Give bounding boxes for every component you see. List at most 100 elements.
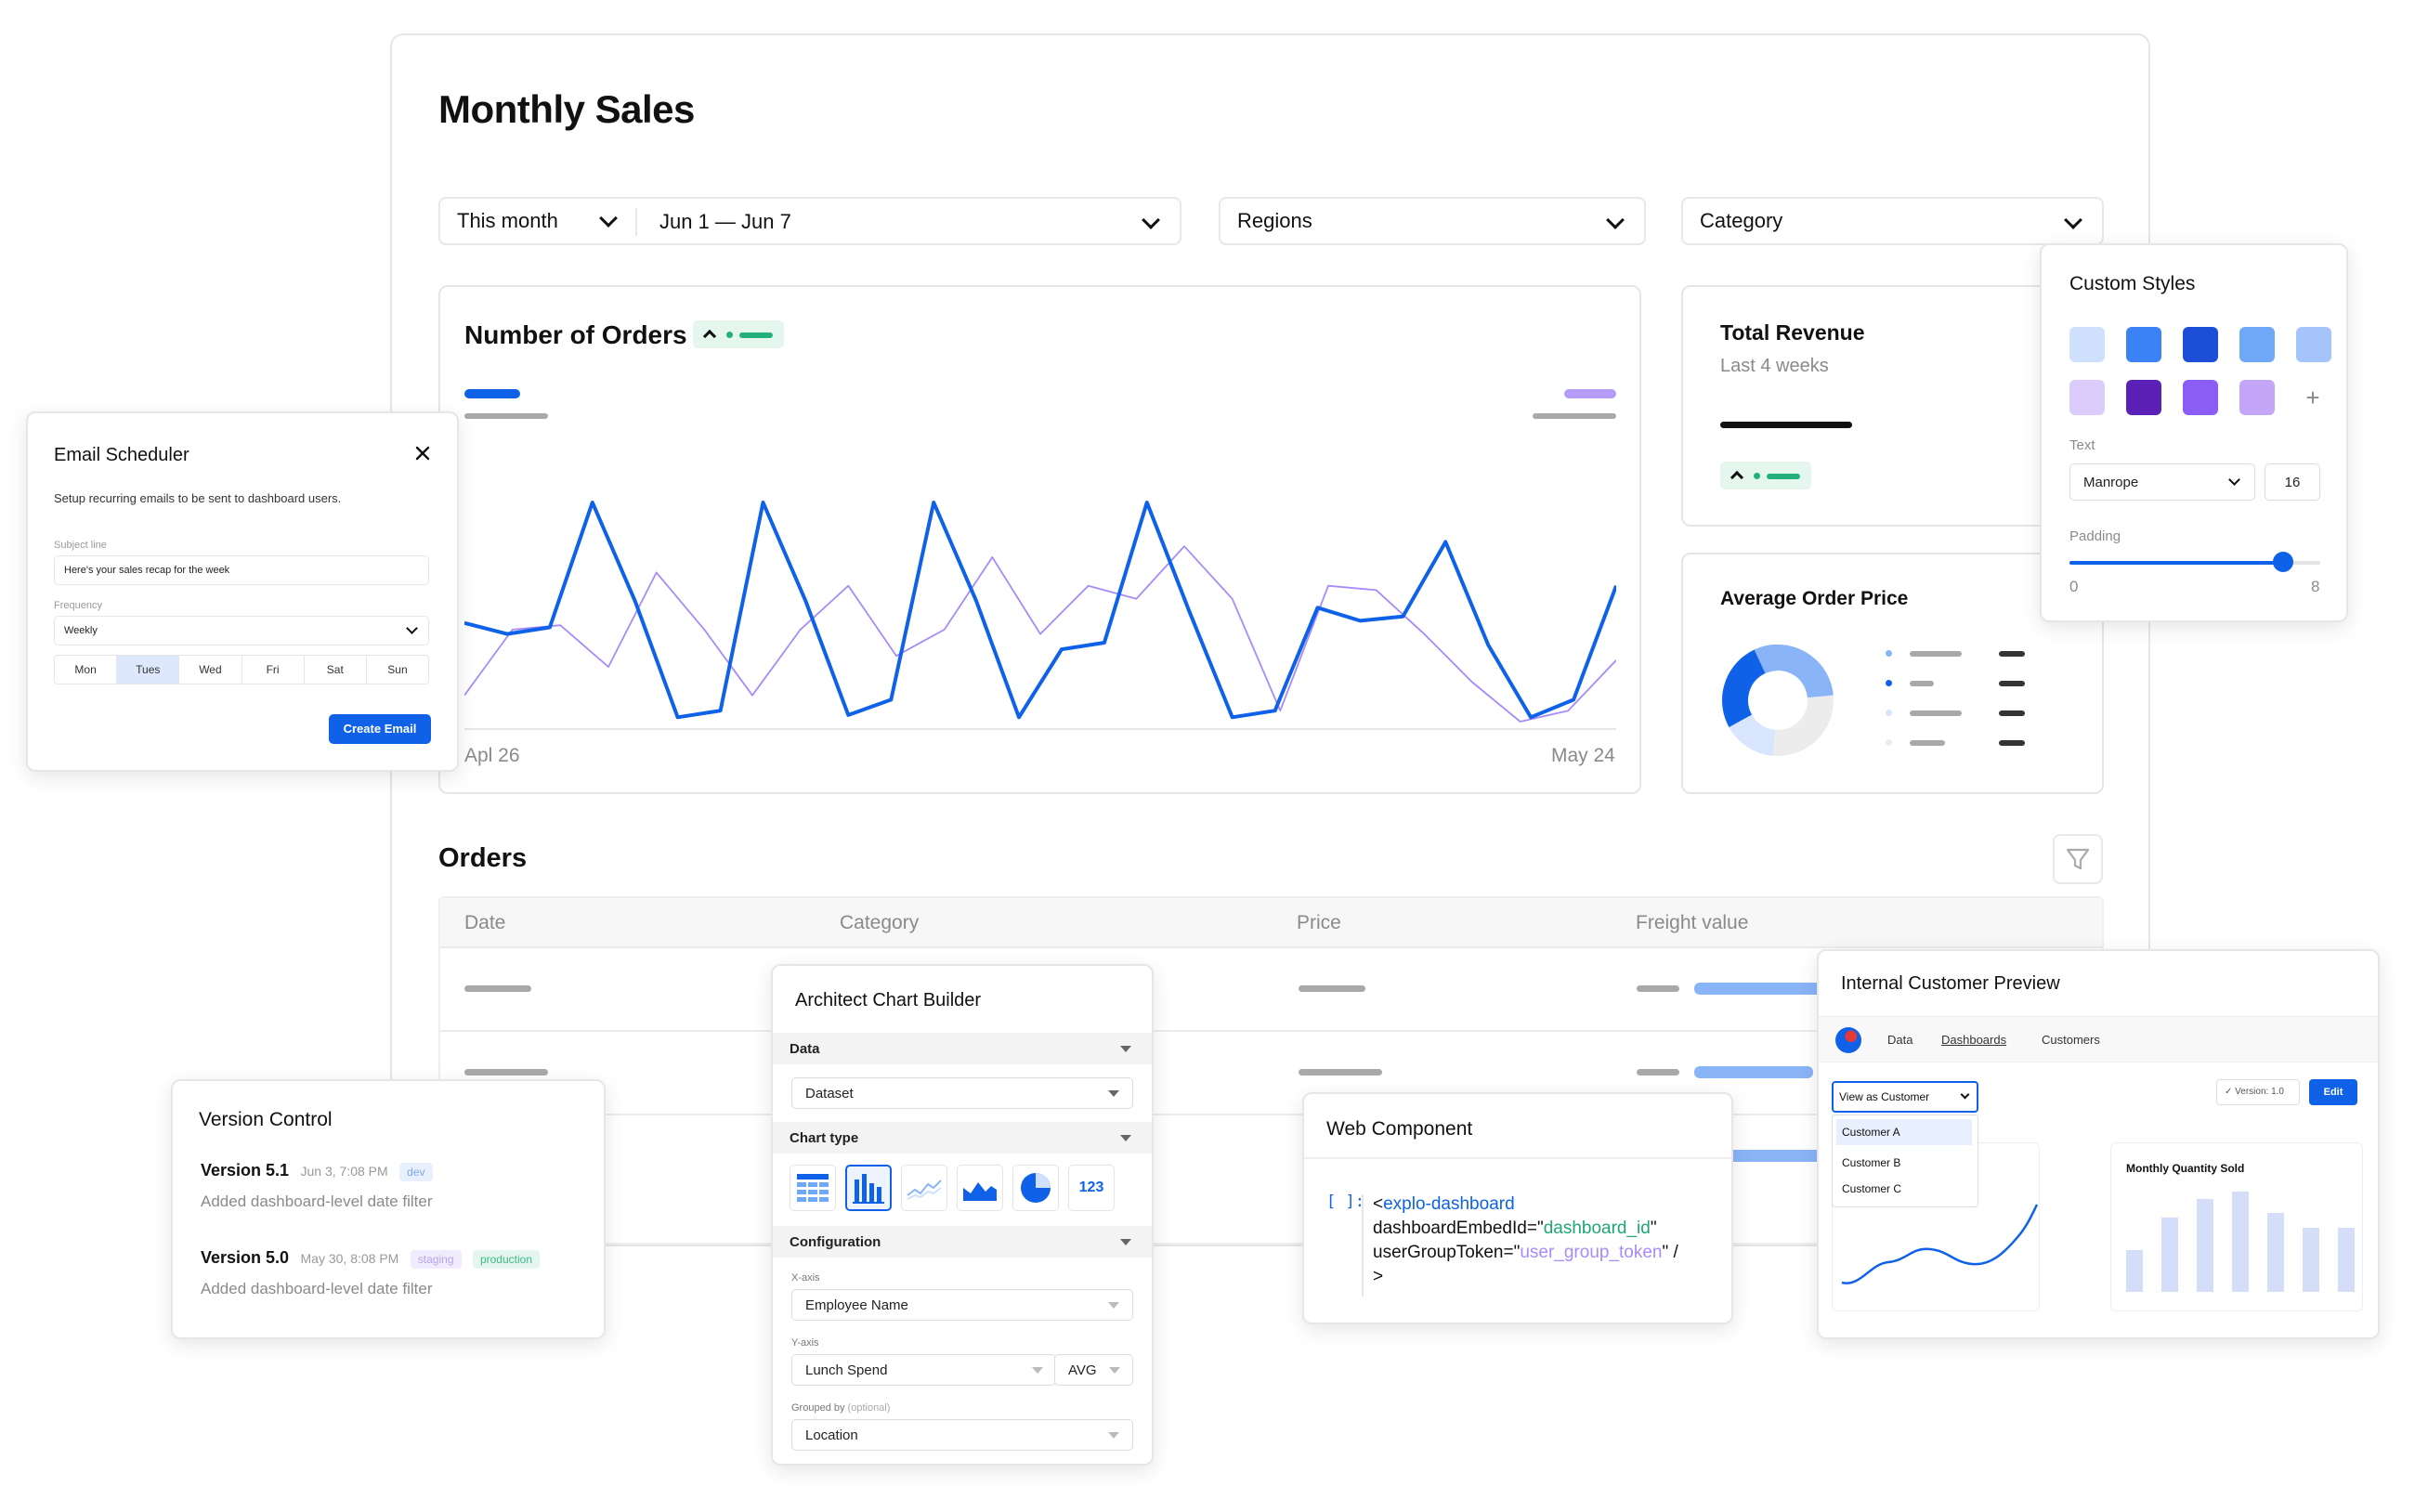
cell-placeholder	[1637, 1069, 1679, 1075]
edit-button[interactable]: Edit	[2309, 1079, 2357, 1105]
customer-option[interactable]: Customer B	[1836, 1151, 1972, 1175]
table-header	[440, 898, 2102, 948]
preview-bar	[2303, 1228, 2319, 1292]
nav-customers[interactable]: Customers	[2042, 1033, 2100, 1047]
caret-up-icon	[702, 329, 717, 344]
version-item[interactable]: Version 5.0 May 30, 8:08 PM staging prod…	[201, 1248, 600, 1298]
customer-option[interactable]: Customer C	[1836, 1177, 1972, 1201]
dataset-select[interactable]: Dataset	[791, 1077, 1133, 1109]
color-swatch[interactable]	[2183, 380, 2218, 415]
padding-label: Padding	[2069, 528, 2121, 544]
bar-chart-icon[interactable]	[845, 1165, 892, 1211]
table-chart-icon[interactable]	[790, 1165, 836, 1211]
web-component-panel: Web Component [ ]: <explo-dashboard dash…	[1302, 1092, 1733, 1324]
padding-slider-handle[interactable]	[2272, 552, 2293, 572]
cell-placeholder	[464, 1069, 548, 1075]
app-logo-icon	[1835, 1027, 1861, 1053]
nav-dashboards[interactable]: Dashboards	[1941, 1033, 2006, 1047]
column-header-date[interactable]: Date	[464, 912, 505, 934]
color-swatch[interactable]	[2296, 327, 2331, 362]
legend-purple-swatch	[1564, 389, 1616, 398]
create-email-button[interactable]: Create Email	[329, 714, 431, 744]
category-select[interactable]: Category	[1681, 197, 2104, 245]
subject-input[interactable]: Here's your sales recap for the week	[54, 555, 429, 585]
freight-bar	[1694, 1066, 1813, 1078]
color-swatch[interactable]	[2183, 327, 2218, 362]
x-axis-select[interactable]: Employee Name	[791, 1289, 1133, 1321]
column-header-price[interactable]: Price	[1297, 912, 1341, 934]
legend-value-placeholder	[1999, 710, 2025, 716]
font-size-input[interactable]: 16	[2265, 463, 2320, 501]
code-tag-name: explo-dashboard	[1383, 1194, 1515, 1214]
code-attr: userGroupToken=	[1373, 1243, 1514, 1262]
email-scheduler-description: Setup recurring emails to be sent to das…	[54, 491, 342, 505]
y-axis-aggregation-select[interactable]: AVG	[1054, 1354, 1133, 1386]
color-swatch[interactable]	[2126, 327, 2161, 362]
version-item[interactable]: Version 5.1 Jun 3, 7:08 PM dev Added das…	[201, 1161, 591, 1211]
trend-placeholder	[739, 332, 773, 338]
orders-chart-card: Number of Orders Apl 26 May 24	[438, 285, 1641, 794]
frequency-select[interactable]: Weekly	[54, 616, 429, 645]
period-select[interactable]: This month Jun 1 — Jun 7	[438, 197, 1181, 245]
data-section-header[interactable]: Data	[773, 1033, 1152, 1064]
preview-bar	[2197, 1198, 2213, 1292]
cell-placeholder	[1299, 1069, 1382, 1075]
view-as-customer-select[interactable]: View as Customer	[1832, 1081, 1978, 1113]
code-line: dashboardEmbedId="dashboard_id"	[1373, 1217, 1678, 1241]
legend-purple-label	[1533, 413, 1616, 419]
code-close: >	[1373, 1267, 1384, 1286]
customer-option[interactable]: Customer A	[1836, 1119, 1972, 1145]
dataset-value: Dataset	[805, 1085, 854, 1101]
color-swatch[interactable]	[2239, 380, 2275, 415]
regions-select[interactable]: Regions	[1219, 197, 1646, 245]
padding-slider-track[interactable]	[2069, 552, 2320, 572]
chart-type-section-header[interactable]: Chart type	[773, 1122, 1152, 1154]
number-chart-icon[interactable]: 123	[1068, 1165, 1115, 1211]
configuration-section-label: Configuration	[790, 1233, 881, 1250]
cell-placeholder	[464, 985, 531, 992]
preview-bar-chart-card: Monthly Quantity Sold	[2110, 1142, 2363, 1311]
y-axis-label: Y-axis	[791, 1337, 819, 1349]
day-option[interactable]: Sun	[367, 656, 428, 684]
filter-divider	[635, 208, 637, 236]
color-swatch[interactable]	[2126, 380, 2161, 415]
version-badge[interactable]: ✓ Version: 1.0	[2216, 1079, 2300, 1105]
y-axis-select[interactable]: Lunch Spend	[791, 1354, 1056, 1386]
category-value: Category	[1700, 209, 1783, 232]
grouped-label-text: Grouped by	[791, 1402, 845, 1414]
nav-data[interactable]: Data	[1887, 1033, 1912, 1047]
preview-bar	[2161, 1218, 2178, 1292]
pie-chart-icon[interactable]	[1012, 1165, 1059, 1211]
color-swatch[interactable]	[2069, 380, 2105, 415]
color-swatch[interactable]	[2239, 327, 2275, 362]
day-option[interactable]: Sat	[305, 656, 367, 684]
grouped-value: Location	[805, 1427, 858, 1443]
y-axis-agg-value: AVG	[1068, 1362, 1097, 1378]
area-chart-icon[interactable]	[957, 1165, 1003, 1211]
day-option[interactable]: Mon	[55, 656, 118, 684]
configuration-section-header[interactable]: Configuration	[773, 1226, 1152, 1258]
close-icon[interactable]	[409, 439, 437, 467]
day-option[interactable]: Tues	[117, 656, 180, 684]
chevron-down-icon	[1960, 1089, 1970, 1100]
x-axis-value: Employee Name	[805, 1297, 908, 1313]
date-range-value[interactable]: Jun 1 — Jun 7	[659, 210, 791, 234]
font-select[interactable]: Manrope	[2069, 463, 2255, 501]
chart-title: Number of Orders	[464, 320, 687, 349]
color-swatch[interactable]	[2069, 327, 2105, 362]
version-label: Version: 1.0	[2235, 1087, 2284, 1097]
day-option[interactable]: Wed	[179, 656, 242, 684]
column-header-category[interactable]: Category	[840, 912, 919, 934]
legend-label-placeholder	[1910, 681, 1934, 686]
day-option[interactable]: Fri	[242, 656, 305, 684]
column-header-freight[interactable]: Freight value	[1636, 912, 1748, 934]
chevron-down-icon	[2228, 474, 2240, 486]
grouped-by-select[interactable]: Location	[791, 1419, 1133, 1451]
y-axis-value: Lunch Spend	[805, 1362, 888, 1378]
code-gutter-line	[1362, 1194, 1364, 1297]
filter-button[interactable]	[2053, 834, 2103, 884]
version-note: Added dashboard-level date filter	[201, 1192, 433, 1210]
chevron-down-icon	[406, 622, 418, 634]
line-chart-icon[interactable]	[901, 1165, 947, 1211]
add-swatch-button[interactable]: +	[2295, 380, 2330, 415]
